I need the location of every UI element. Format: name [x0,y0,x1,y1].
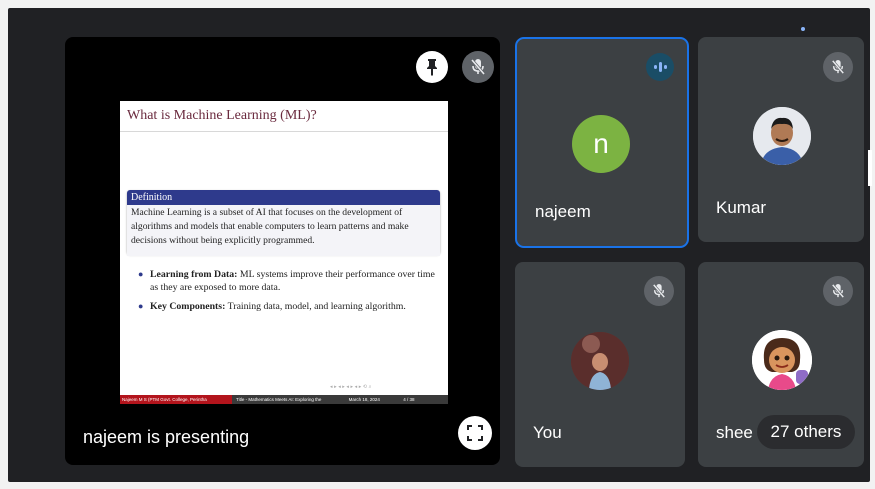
footer-date: March 18, 2024 [348,397,380,402]
fullscreen-icon [467,425,483,441]
participant-name: Kumar [716,198,767,217]
participant-tile-you[interactable]: You [515,262,685,467]
avatar [752,330,812,390]
slide-bullet: ● Key Components: Training data, model, … [138,301,406,312]
presenting-label: najeem is presenting [83,427,250,447]
muted-indicator [823,52,853,82]
muted-indicator [823,276,853,306]
presenter-muted-button[interactable] [462,51,494,83]
mic-off-icon [831,60,845,74]
presented-slide: What is Machine Learning (ML)? Definitio… [120,101,448,404]
presentation-tile[interactable]: What is Machine Learning (ML)? Definitio… [65,37,500,465]
mic-off-icon [831,284,845,298]
slide-divider [120,131,448,132]
participant-tile-kumar[interactable]: Kumar [698,37,864,242]
avatar [753,107,811,165]
avatar-initial: n [593,128,609,159]
pin-button[interactable] [416,51,448,83]
avatar [571,332,629,390]
participant-name: You [533,423,562,442]
footer-page: 4 / 38 [403,397,415,402]
muted-indicator [644,276,674,306]
slide-bullet: ● Learning from Data: ML systems improve… [138,269,435,293]
definition-text: Machine Learning is a subset of AI that … [127,205,440,256]
person-photo-icon [753,107,811,165]
footer-title: Title - Mathematics Meets AI: Exploring … [236,397,322,402]
cartoon-avatar-icon [752,330,812,390]
footer-author: Najeem M S (PTM Govt. College, Perintha [120,395,232,404]
slide-footer: Najeem M S (PTM Govt. College, Perintha … [120,395,448,404]
pin-icon [427,59,437,76]
bullet-text: Training data, model, and learning algor… [227,301,406,312]
mic-off-icon [652,284,666,298]
bullet-bold: Learning from Data: [150,269,238,280]
definition-title: Definition [127,190,440,205]
person-photo-icon [571,332,629,390]
slide-bullets: ● Learning from Data: ML systems improve… [138,268,438,319]
participant-name: najeem [535,202,591,221]
participant-name: shee [716,423,753,442]
fullscreen-button[interactable] [458,416,492,450]
slide-title: What is Machine Learning (ML)? [127,108,317,123]
bullet-bold: Key Components: [150,301,226,312]
beamer-nav-icons: ◂ ▸ ◂ ▸ ◂ ▸ ◂ ▸ ⟲ ⌕ [330,384,372,390]
status-dot [801,27,805,31]
definition-box: Definition Machine Learning is a subset … [127,190,440,256]
footer-title-bar: Title - Mathematics Meets AI: Exploring … [232,395,448,404]
others-button[interactable]: 27 others [757,415,855,449]
avatar: n [572,115,630,173]
participant-tile-najeem[interactable]: n najeem [515,37,689,248]
speaking-indicator-icon [646,53,674,81]
mic-off-icon [470,59,486,75]
side-panel-edge [868,150,872,186]
